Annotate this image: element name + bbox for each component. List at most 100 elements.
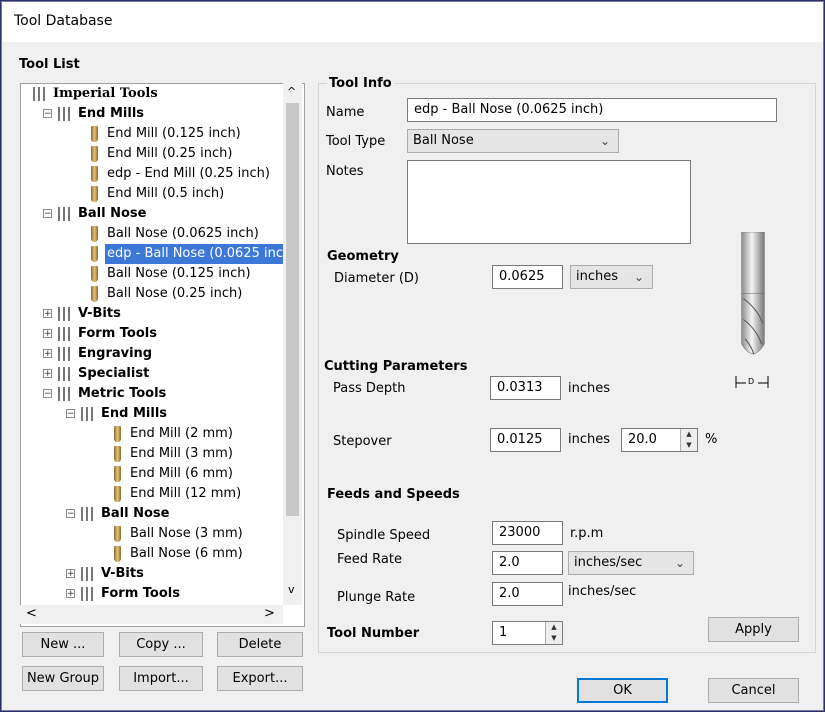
end-mill-tool-icon — [91, 126, 98, 142]
expand-icon[interactable]: + — [43, 309, 52, 319]
tool-database-window: Tool Database Tool List Imperial Tools − E… — [1, 1, 824, 711]
tree-group-node[interactable]: − Ball Nose — [21, 204, 283, 224]
percent-sign: % — [705, 432, 718, 447]
name-input[interactable]: edp - Ball Nose (0.0625 inch) — [407, 98, 777, 122]
tool-group-icon — [58, 347, 74, 361]
tree-node-label: edp - End Mill (0.25 inch) — [107, 166, 270, 181]
stepover-spinner[interactable]: ▲ ▼ — [680, 429, 697, 451]
spin-up-icon[interactable]: ▲ — [546, 622, 562, 633]
plunge-rate-input[interactable]: 2.0 — [492, 582, 563, 606]
collapse-icon[interactable]: − — [66, 509, 75, 519]
tree-node-label: Ball Nose (0.0625 inch) — [107, 226, 259, 241]
tree-tool-node[interactable]: End Mill (12 mm) — [21, 484, 283, 504]
tool-group-icon — [58, 387, 74, 401]
tree-tool-node[interactable]: End Mill (6 mm) — [21, 464, 283, 484]
chevron-down-icon: ⌄ — [599, 134, 610, 148]
tree-group-node[interactable]: + V-Bits — [21, 564, 283, 584]
tree-vertical-scrollbar[interactable]: ^ v — [283, 83, 302, 605]
tree-group-node[interactable]: − End Mills — [21, 104, 283, 124]
tree-group-node[interactable]: − Ball Nose — [21, 504, 283, 524]
tree-tool-node[interactable]: edp - Ball Nose (0.0625 inch) — [21, 244, 299, 264]
notes-textarea[interactable] — [407, 160, 691, 244]
scroll-up-icon[interactable]: ^ — [287, 85, 296, 98]
tool-tree[interactable]: Imperial Tools − End Mills End Mill (0.125 … — [20, 83, 305, 627]
expand-icon[interactable]: + — [43, 369, 52, 379]
tool-number-spinner[interactable]: ▲ ▼ — [545, 622, 562, 644]
tree-tool-node[interactable]: End Mill (3 mm) — [21, 444, 283, 464]
tree-group-node[interactable]: Imperial Tools — [21, 84, 283, 104]
chevron-down-icon: ⌄ — [633, 270, 644, 284]
spin-down-icon[interactable]: ▼ — [681, 440, 697, 451]
expand-icon[interactable]: + — [43, 349, 52, 359]
tree-tool-node[interactable]: Ball Nose (3 mm) — [21, 524, 283, 544]
copy-tool-button[interactable]: Copy ... — [119, 632, 203, 657]
tool-group-icon — [81, 567, 97, 581]
collapse-icon[interactable]: − — [66, 409, 75, 419]
stepover-percent-input[interactable]: 20.0 ▲ ▼ — [621, 428, 698, 452]
pass-depth-input[interactable]: 0.0313 — [490, 376, 561, 400]
scroll-left-icon[interactable]: < — [26, 606, 37, 621]
feed-rate-units-select[interactable]: inches/sec ⌄ — [568, 551, 694, 575]
import-button[interactable]: Import... — [119, 666, 203, 691]
tree-horizontal-scrollbar[interactable]: < > — [20, 605, 283, 624]
export-button[interactable]: Export... — [217, 666, 303, 691]
diameter-units-value: inches — [576, 269, 619, 284]
tree-tool-node[interactable]: Ball Nose (0.125 inch) — [21, 264, 283, 284]
tree-tool-node[interactable]: End Mill (0.125 inch) — [21, 124, 283, 144]
tree-node-label: Ball Nose — [78, 206, 147, 221]
tool-info-heading: Tool Info — [327, 76, 394, 91]
new-group-button[interactable]: New Group — [22, 666, 104, 691]
expand-icon[interactable]: + — [66, 569, 75, 579]
stepover-input[interactable]: 0.0125 — [490, 428, 561, 452]
tree-node-label: End Mill (6 mm) — [130, 466, 233, 481]
end-mill-tool-icon — [91, 186, 98, 202]
feed-rate-input[interactable]: 2.0 — [492, 551, 563, 575]
tree-tool-node[interactable]: End Mill (0.5 inch) — [21, 184, 283, 204]
tree-group-node[interactable]: + Form Tools — [21, 324, 283, 344]
scroll-right-icon[interactable]: > — [264, 606, 275, 621]
tree-tool-node[interactable]: Ball Nose (0.25 inch) — [21, 284, 283, 304]
feeds-speeds-heading: Feeds and Speeds — [327, 487, 460, 502]
tree-node-label: End Mill (0.5 inch) — [107, 186, 225, 201]
tool-type-select[interactable]: Ball Nose ⌄ — [407, 129, 619, 153]
tool-group-icon — [58, 307, 74, 321]
window-title: Tool Database — [14, 13, 113, 29]
diameter-input[interactable]: 0.0625 — [492, 265, 563, 289]
tree-tool-node[interactable]: Ball Nose (0.0625 inch) — [21, 224, 283, 244]
scroll-down-icon[interactable]: v — [288, 583, 295, 596]
collapse-icon[interactable]: − — [43, 389, 52, 399]
tree-group-node[interactable]: − End Mills — [21, 404, 283, 424]
delete-tool-button[interactable]: Delete — [217, 632, 303, 657]
spin-up-icon[interactable]: ▲ — [681, 429, 697, 440]
tree-scroll-thumb[interactable] — [286, 103, 299, 516]
tree-group-node[interactable]: + Specialist — [21, 364, 283, 384]
spin-down-icon[interactable]: ▼ — [546, 633, 562, 644]
tree-group-node[interactable]: + V-Bits — [21, 304, 283, 324]
expand-icon[interactable]: + — [43, 329, 52, 339]
spindle-speed-input[interactable]: 23000 — [492, 521, 563, 545]
collapse-icon[interactable]: − — [43, 109, 52, 119]
ball-nose-tool-icon — [114, 526, 121, 542]
tool-number-input[interactable]: 1 ▲ ▼ — [492, 621, 563, 645]
ok-button[interactable]: OK — [577, 678, 668, 703]
tree-node-label: V-Bits — [101, 566, 144, 581]
collapse-icon[interactable]: − — [43, 209, 52, 219]
tool-number-label: Tool Number — [327, 626, 420, 641]
pass-depth-units: inches — [568, 381, 611, 396]
end-mill-tool-icon — [114, 446, 121, 462]
tree-tool-node[interactable]: End Mill (2 mm) — [21, 424, 283, 444]
diameter-label: Diameter (D) — [334, 271, 419, 286]
tree-tool-node[interactable]: End Mill (0.25 inch) — [21, 144, 283, 164]
diameter-units-select[interactable]: inches ⌄ — [570, 265, 653, 289]
tree-tool-node[interactable]: edp - End Mill (0.25 inch) — [21, 164, 283, 184]
tree-group-node[interactable]: + Engraving — [21, 344, 283, 364]
tree-tool-node[interactable]: Ball Nose (6 mm) — [21, 544, 283, 564]
new-tool-button[interactable]: New ... — [22, 632, 104, 657]
tree-group-node[interactable]: + Form Tools — [21, 584, 283, 604]
tree-node-label: Ball Nose (0.25 inch) — [107, 286, 243, 301]
cancel-button[interactable]: Cancel — [708, 678, 799, 703]
tree-group-node[interactable]: − Metric Tools — [21, 384, 283, 404]
apply-button[interactable]: Apply — [708, 617, 799, 642]
plunge-rate-label: Plunge Rate — [337, 590, 416, 605]
expand-icon[interactable]: + — [66, 589, 75, 599]
